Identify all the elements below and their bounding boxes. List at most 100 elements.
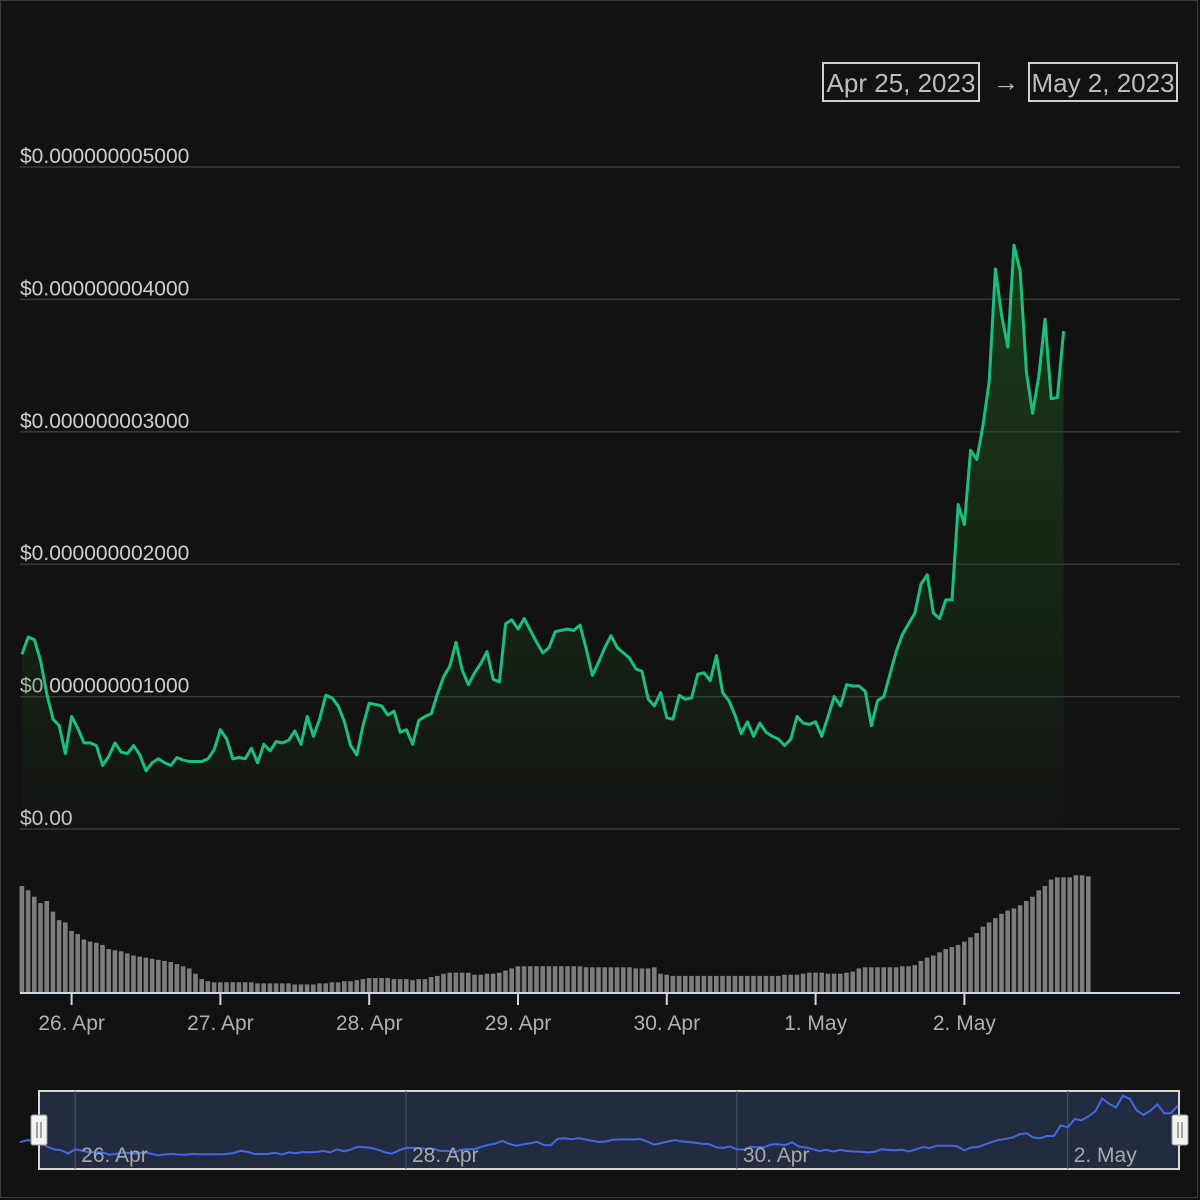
x-tick-label: 30. Apr [634,1012,701,1035]
volume-bar [292,984,297,993]
volume-bar [980,926,986,993]
volume-bar [32,896,37,993]
volume-bar [763,975,769,993]
x-tick-label: 2. May [933,1012,997,1035]
volume-bar [912,965,917,993]
volume-bar [416,979,421,993]
volume-bar [131,955,136,993]
volume-bar [342,981,347,993]
volume-bar [391,979,397,993]
volume-bar [149,958,155,993]
volume-bar [683,975,688,993]
volume-bar [962,941,967,993]
volume-bar [887,967,893,993]
volume-bar [466,972,471,993]
volume-bar [447,972,452,993]
volume-bar [831,973,837,993]
volume-bar [1011,908,1017,993]
volume-bar [224,982,229,993]
x-tick-label: 27. Apr [187,1012,254,1035]
volume-bar [528,966,533,994]
x-tick-label: 26. Apr [38,1012,105,1035]
volume-bar [509,968,514,993]
volume-bar [869,967,874,993]
volume-bar [174,964,180,993]
volume-bar [757,975,762,993]
volume-bar [397,979,403,993]
x-tick-label: 29. Apr [485,1012,552,1035]
y-tick-label: $0.000000002000 [20,542,189,565]
volume-bar [658,973,663,993]
volume-bar [559,966,564,994]
volume-bar [986,922,992,993]
navigator-date-label: 28. Apr [412,1144,479,1167]
volume-bar [968,937,973,993]
volume-bar [893,967,899,993]
volume-bar [472,974,477,993]
volume-bar [249,982,254,993]
volume-bar [156,959,161,993]
volume-bars [19,875,1091,994]
volume-bar [813,972,818,993]
volume-bar [267,983,273,993]
volume-bar [168,962,173,993]
volume-bar [838,973,843,993]
volume-bar [280,983,285,993]
volume-bar [255,983,260,993]
volume-bar [478,974,483,993]
volume-bar [726,975,731,993]
volume-bar [118,951,124,993]
volume-bar [311,984,316,993]
volume-bar [100,944,105,994]
volume-bar [490,973,496,993]
volume-bar [50,911,56,993]
volume-bar [404,979,409,993]
price-area-fill [22,245,1064,830]
volume-bar [583,967,589,993]
volume-bar [428,977,434,994]
volume-bar [422,979,428,993]
navigator-left-handle[interactable] [30,1114,48,1146]
volume-bar [435,975,440,993]
volume-bar [236,982,242,993]
volume-bar [329,982,335,993]
x-axis-ticks: 26. Apr 27. Apr 28. Apr 29. Apr 30. Apr 1. Ma… [38,993,996,1035]
volume-bar [81,939,87,993]
volume-bar [974,933,979,993]
volume-bar [515,966,521,994]
volume-bar [503,970,508,993]
volume-bar [664,974,669,993]
volume-bar [242,982,248,993]
volume-bar [75,934,80,993]
volume-bar [410,980,415,993]
volume-bar [125,953,130,993]
volume-bar [577,966,583,994]
volume-bar [707,975,713,993]
volume-bar [999,913,1004,993]
volume-bar [993,918,998,993]
navigator-selected-range[interactable] [38,1090,1180,1170]
volume-bar [459,972,465,993]
volume-bar [546,966,552,994]
volume-bar [193,973,198,993]
volume-bar [1005,910,1010,993]
volume-bar [453,972,459,993]
volume-bar [1048,879,1054,993]
volume-bar [1030,896,1035,993]
volume-bar [56,920,62,993]
volume-bar [596,967,601,993]
volume-bar [298,984,304,993]
volume-bar [540,966,545,994]
volume-bar [906,966,911,994]
volume-bar [720,975,725,993]
volume-bar [931,955,936,993]
volume-bar [218,982,223,993]
volume-bar [1067,877,1072,993]
x-tick-label: 28. Apr [336,1012,403,1035]
navigator-right-handle[interactable] [1171,1114,1189,1146]
navigator[interactable]: 26. Apr 28. Apr 30. Apr 2. May [19,1090,1189,1170]
volume-bar [924,957,930,993]
volume-bar [918,960,924,993]
volume-bar [162,960,167,993]
volume-bar [360,979,366,993]
